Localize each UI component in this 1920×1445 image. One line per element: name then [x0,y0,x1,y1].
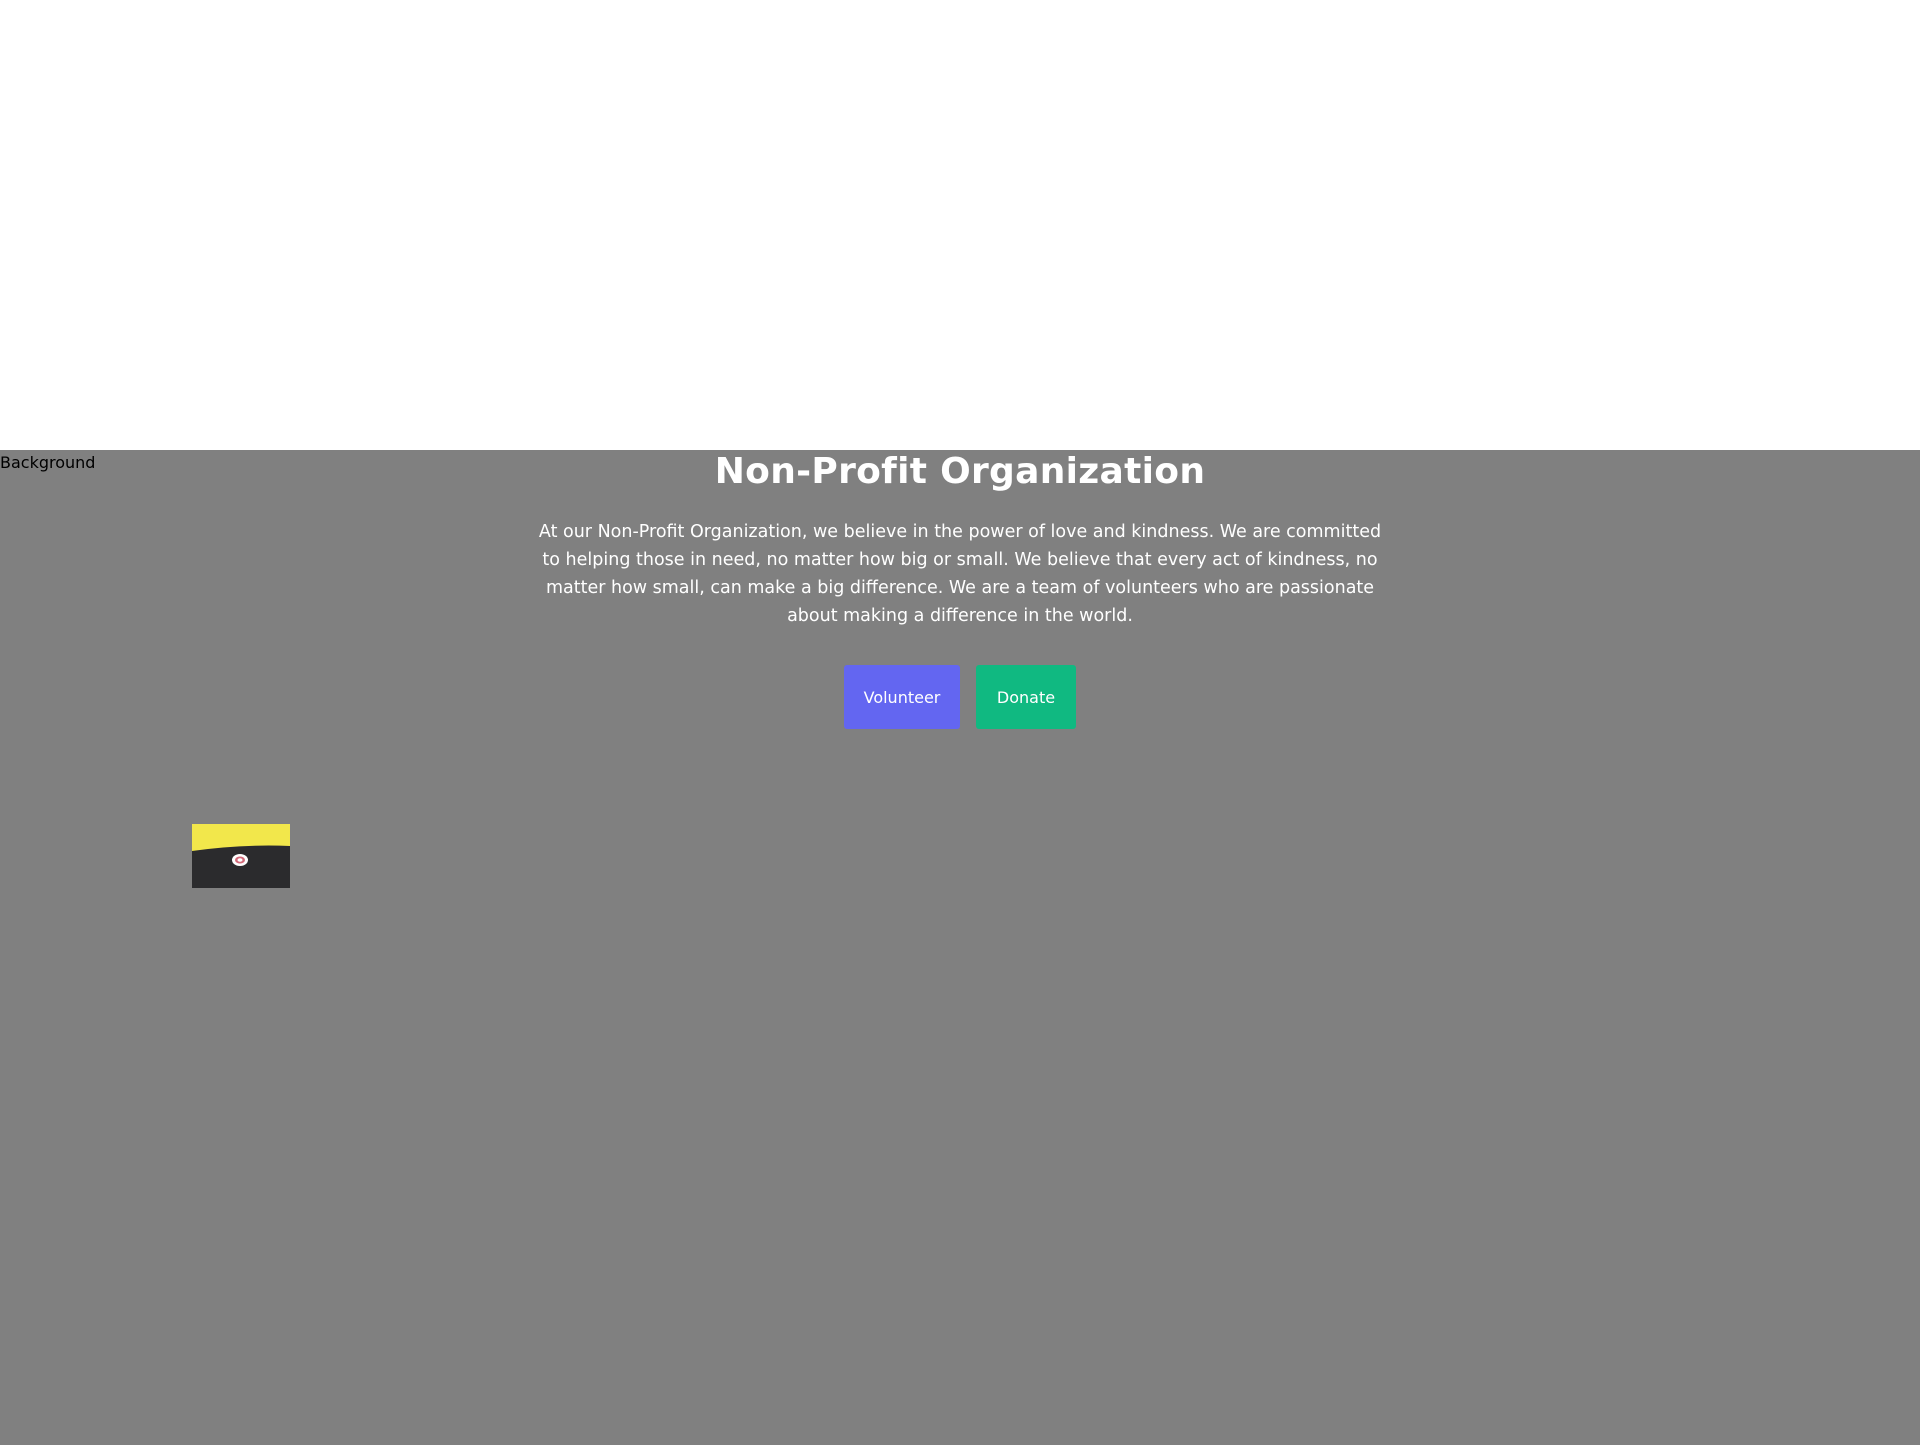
hero-button-row: Volunteer Donate [0,665,1920,729]
badge-image-icon [192,824,290,888]
hero-section: Background Non-Profit Organization At ou… [0,450,1920,1445]
donate-button[interactable]: Donate [976,665,1076,729]
hero-description: At our Non-Profit Organization, we belie… [538,522,1382,626]
hero-title: Non-Profit Organization [714,451,1206,492]
hero-content: Non-Profit Organization At our Non-Profi… [0,450,1920,729]
thumbnail-image [192,824,290,888]
top-blank-area [0,0,1920,450]
volunteer-button[interactable]: Volunteer [844,665,960,729]
